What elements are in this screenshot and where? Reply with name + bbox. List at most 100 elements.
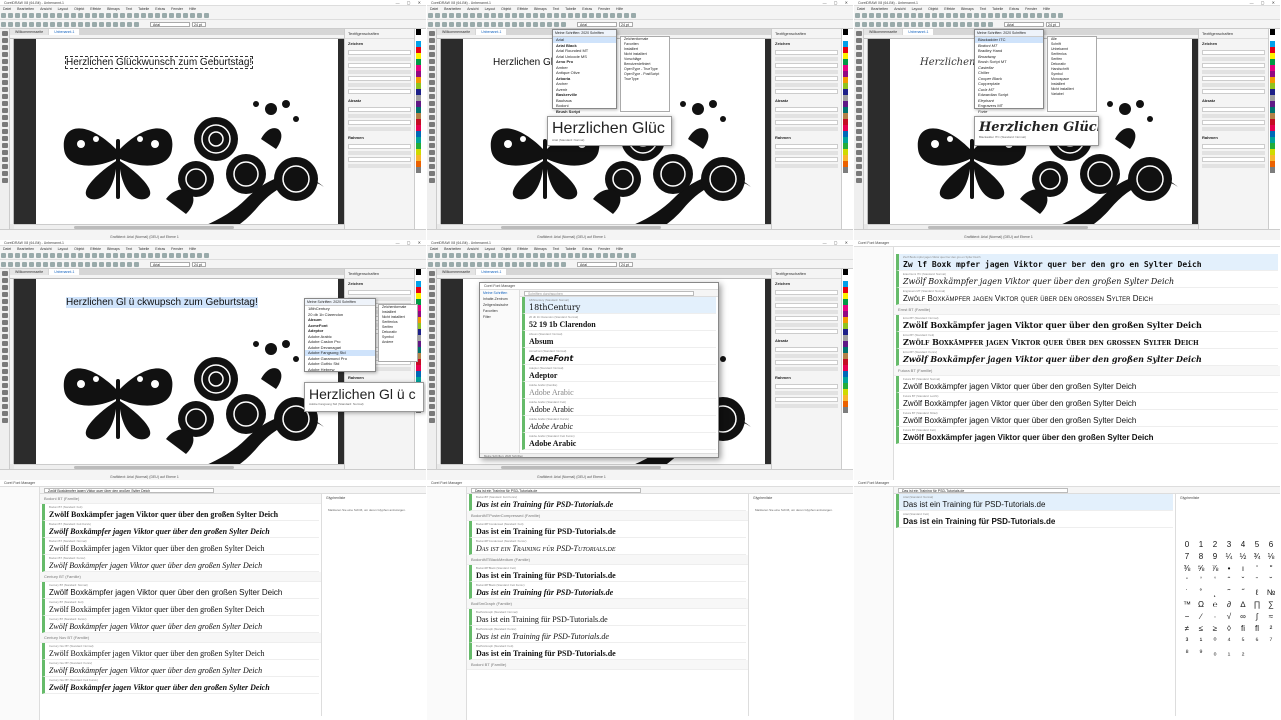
toolbar-icon[interactable] bbox=[92, 253, 97, 258]
font-entry[interactable]: Adeptor (Standard: Normal) Adeptor bbox=[522, 365, 716, 382]
font-entry[interactable]: Absum (Standard: Normal) Absum bbox=[522, 331, 716, 348]
glyph-cell[interactable]: ı bbox=[1236, 564, 1250, 576]
docker-control[interactable] bbox=[775, 329, 838, 334]
font-list-item[interactable]: Adobe Hebrew bbox=[305, 367, 375, 373]
tool-icon[interactable] bbox=[428, 122, 435, 127]
filter-item[interactable]: TrueType bbox=[621, 77, 669, 82]
toolbar-icon[interactable] bbox=[120, 253, 125, 258]
tool-icon[interactable] bbox=[428, 327, 435, 332]
tool-icon[interactable] bbox=[855, 171, 862, 176]
tool-icon[interactable] bbox=[1, 369, 8, 374]
property-icon[interactable] bbox=[519, 262, 524, 267]
font-entry[interactable]: Adobe Arabic (Familie) Adobe Arabic bbox=[522, 382, 716, 399]
font-entry[interactable]: Bodoni BT (Standard: Kursiv) Zwölf Boxkäm… bbox=[42, 555, 319, 572]
docker-control[interactable] bbox=[775, 404, 838, 408]
glyph-cell[interactable]: ˆ bbox=[1222, 576, 1236, 588]
tool-icon[interactable] bbox=[1, 299, 8, 304]
property-icon[interactable] bbox=[526, 262, 531, 267]
docker-control[interactable] bbox=[348, 70, 411, 74]
toolbar-icon[interactable] bbox=[22, 13, 27, 18]
docker-control[interactable] bbox=[1202, 63, 1265, 68]
font-manager-window[interactable]: Corel Font Manager Meine Schriften Inhalte… bbox=[479, 282, 719, 458]
toolbar-icon[interactable] bbox=[428, 13, 433, 18]
tool-icon[interactable] bbox=[1, 341, 8, 346]
toolbar-icon[interactable] bbox=[190, 13, 195, 18]
tool-icon[interactable] bbox=[855, 31, 862, 36]
property-icon[interactable] bbox=[15, 22, 20, 27]
toolbar-icon[interactable] bbox=[449, 13, 454, 18]
glyph-cell[interactable]: ⁵ bbox=[1236, 636, 1250, 648]
toolbar-icon[interactable] bbox=[162, 13, 167, 18]
property-icon[interactable] bbox=[64, 262, 69, 267]
glyph-cell[interactable]: ∞ bbox=[1236, 612, 1250, 624]
docker-control[interactable] bbox=[775, 120, 838, 125]
tool-icon[interactable] bbox=[428, 348, 435, 353]
font-entry[interactable]: Century Nov BT (Standard: Normal) Zwölf B… bbox=[42, 643, 319, 660]
tool-icon[interactable] bbox=[1, 278, 8, 283]
docker-control[interactable] bbox=[1202, 76, 1265, 81]
tool-icon[interactable] bbox=[855, 87, 862, 92]
property-icon[interactable] bbox=[890, 22, 895, 27]
glyph-cell[interactable]: ³ bbox=[1180, 636, 1194, 648]
toolbar-icon[interactable] bbox=[498, 253, 503, 258]
property-icon[interactable] bbox=[967, 22, 972, 27]
toolbar-icon[interactable] bbox=[575, 253, 580, 258]
tool-icon[interactable] bbox=[428, 87, 435, 92]
docker-section-title[interactable]: Rahmen bbox=[345, 373, 414, 382]
tool-icon[interactable] bbox=[428, 404, 435, 409]
toolbar-icon[interactable] bbox=[15, 13, 20, 18]
property-icon[interactable] bbox=[92, 262, 97, 267]
glyph-cell[interactable]: 2 bbox=[1208, 540, 1222, 552]
tool-icon[interactable] bbox=[428, 129, 435, 134]
tool-icon[interactable] bbox=[1, 122, 8, 127]
toolbar-icon[interactable] bbox=[99, 253, 104, 258]
glyph-cell[interactable]: ≠ bbox=[1180, 624, 1194, 636]
tool-icon[interactable] bbox=[428, 115, 435, 120]
toolbar-icon[interactable] bbox=[554, 13, 559, 18]
font-list-box[interactable]: Arial bbox=[150, 262, 190, 267]
toolbar-icon[interactable] bbox=[512, 253, 517, 258]
toolbar-icon[interactable] bbox=[470, 13, 475, 18]
docker-control[interactable] bbox=[1202, 114, 1265, 118]
glyph-cell[interactable]: ¼ bbox=[1222, 552, 1236, 564]
tool-icon[interactable] bbox=[1, 164, 8, 169]
glyph-cell[interactable]: ℓ bbox=[1250, 588, 1264, 600]
glyph-cell[interactable]: ₀ bbox=[1208, 648, 1222, 660]
tool-icon[interactable] bbox=[1, 101, 8, 106]
docker-control[interactable] bbox=[348, 157, 411, 162]
property-icon[interactable] bbox=[470, 22, 475, 27]
toolbar-icon[interactable] bbox=[50, 13, 55, 18]
font-list[interactable]: 18thCentury (Standard: Normal) 18thCentur… bbox=[520, 297, 718, 453]
glyph-cell[interactable]: ⅛ bbox=[1264, 552, 1278, 564]
docker-control[interactable] bbox=[775, 384, 838, 389]
tool-icon[interactable] bbox=[428, 178, 435, 183]
glyph-cell[interactable]: √ bbox=[1222, 612, 1236, 624]
tool-icon[interactable] bbox=[428, 101, 435, 106]
font-entry[interactable]: Adobe Arabic (Standard: Fett) Adobe Arabi… bbox=[522, 399, 716, 416]
property-icon[interactable] bbox=[512, 262, 517, 267]
tool-icon[interactable] bbox=[428, 38, 435, 43]
font-dropdown-list[interactable]: Meine Schriften: 2020 Schriften Blackadde… bbox=[974, 29, 1044, 114]
glyph-cell[interactable]: 3 bbox=[1222, 540, 1236, 552]
property-icon[interactable] bbox=[8, 22, 13, 27]
toolbar-icon[interactable] bbox=[596, 253, 601, 258]
tool-icon[interactable] bbox=[1, 45, 8, 50]
tool-icon[interactable] bbox=[1, 271, 8, 276]
property-icon[interactable] bbox=[463, 22, 468, 27]
property-icon[interactable] bbox=[456, 262, 461, 267]
toolbar-icon[interactable] bbox=[197, 253, 202, 258]
toolbar-icon[interactable] bbox=[57, 253, 62, 258]
glyph-cell[interactable]: 5 bbox=[1250, 540, 1264, 552]
docker-control[interactable] bbox=[775, 151, 838, 155]
document-page[interactable]: Herzlichen Gl ü ckwupsch zum Geburtstag! bbox=[36, 279, 338, 480]
toolbar-icon[interactable] bbox=[36, 13, 41, 18]
font-entry[interactable]: BodSmGraph (Standard: Kursiv) Das ist ein… bbox=[469, 626, 746, 643]
tool-icon[interactable] bbox=[428, 136, 435, 141]
tool-icon[interactable] bbox=[428, 355, 435, 360]
property-icon[interactable] bbox=[540, 262, 545, 267]
docker-control[interactable] bbox=[1202, 107, 1265, 112]
toolbar-icon[interactable] bbox=[141, 13, 146, 18]
toolbar-icon[interactable] bbox=[456, 13, 461, 18]
glyph-cell[interactable]: ≈ bbox=[1264, 612, 1278, 624]
docker-control[interactable] bbox=[775, 360, 838, 365]
